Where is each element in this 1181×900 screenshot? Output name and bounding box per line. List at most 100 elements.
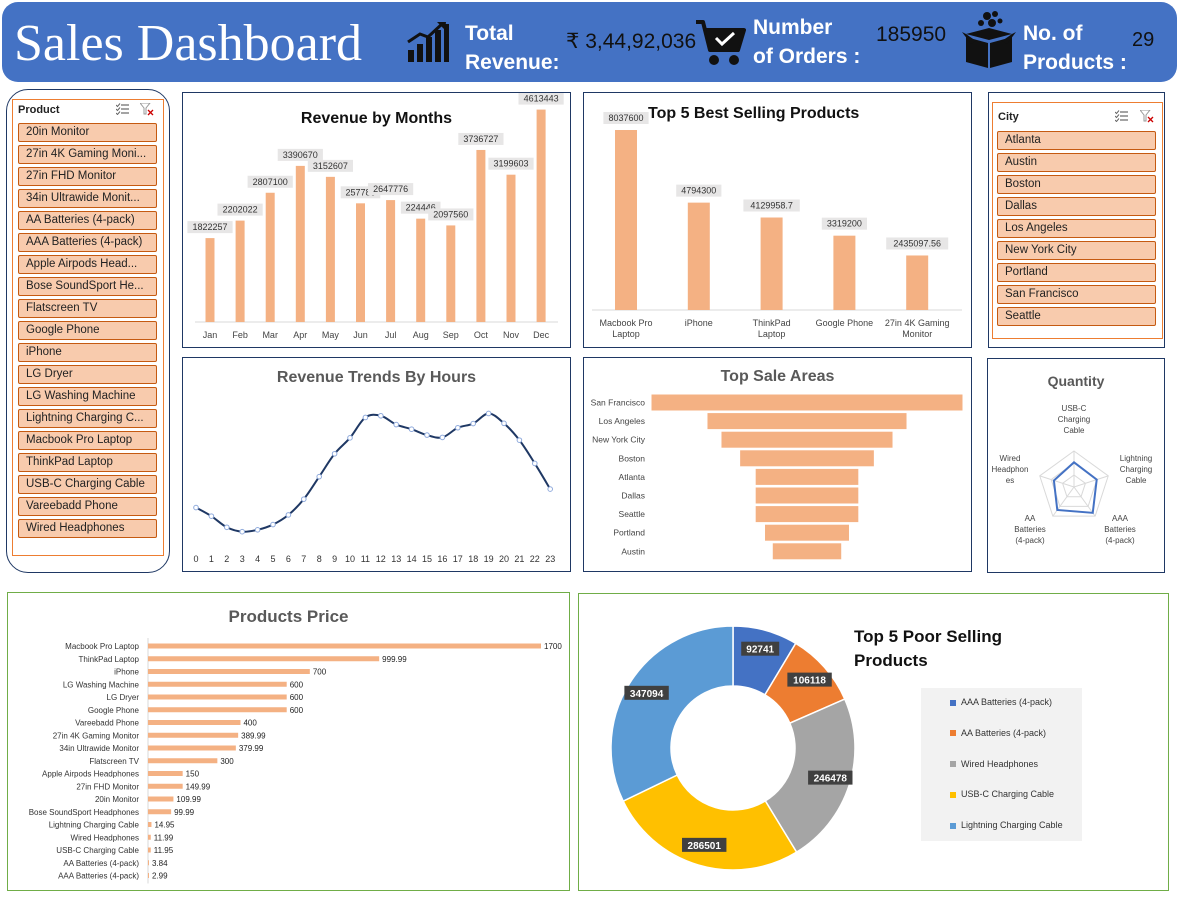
hour-point	[285, 512, 292, 518]
hour-point	[516, 437, 523, 443]
month-bar	[386, 200, 396, 322]
data-label: 246478	[814, 774, 848, 785]
category-label: Boston	[619, 453, 646, 463]
product-slicer-item[interactable]: 34in Ultrawide Monit...	[18, 189, 157, 208]
data-label: 1700	[544, 642, 562, 651]
product-slicer-item[interactable]: Vareebadd Phone	[18, 497, 157, 516]
x-tick-label: Oct	[474, 330, 489, 340]
city-slicer-item[interactable]: Boston	[997, 175, 1156, 194]
radar-category-label: (4-pack)	[1015, 536, 1045, 545]
dashboard-title: Sales Dashboard	[14, 15, 363, 72]
city-slicer-item[interactable]: Los Angeles	[997, 219, 1156, 238]
price-bar	[148, 796, 174, 802]
x-tick-label: 11	[361, 554, 370, 564]
data-label: 3736727	[463, 134, 498, 144]
product-slicer-item[interactable]: Google Phone	[18, 321, 157, 340]
product-slicer-item[interactable]: 27in FHD Monitor	[18, 167, 157, 186]
price-bar	[148, 860, 149, 866]
city-slicer-item[interactable]: Seattle	[997, 307, 1156, 326]
price-bar	[148, 758, 218, 764]
x-tick-label: May	[322, 330, 340, 340]
sale-area-bar	[765, 524, 849, 541]
product-bar	[906, 255, 929, 310]
product-slicer-item[interactable]: Apple Airpods Head...	[18, 255, 157, 274]
city-slicer-item[interactable]: New York City	[997, 241, 1156, 260]
clear-filter-icon[interactable]	[1140, 110, 1154, 123]
product-slicer-item[interactable]: 20in Monitor	[18, 123, 157, 142]
city-slicer-item[interactable]: Austin	[997, 153, 1156, 172]
month-bar	[476, 149, 486, 322]
x-tick-label: Monitor	[902, 329, 932, 339]
price-bar	[148, 847, 151, 853]
category-label: Macbook Pro Laptop	[65, 642, 139, 651]
data-label: 11.95	[154, 846, 174, 855]
product-slicer-item[interactable]: Bose SoundSport He...	[18, 277, 157, 296]
product-slicer-item[interactable]: 27in 4K Gaming Moni...	[18, 145, 157, 164]
month-bar	[235, 220, 245, 322]
data-label: 379.99	[239, 744, 264, 753]
product-slicer-item[interactable]: Macbook Pro Laptop	[18, 431, 157, 450]
donut-slice	[610, 625, 734, 803]
data-label: 999.99	[382, 655, 407, 664]
radar-category-label: Headphon	[992, 465, 1029, 474]
radar-category-label: Charging	[1120, 465, 1152, 474]
category-label: Atlanta	[619, 472, 646, 482]
city-slicer-item[interactable]: Dallas	[997, 197, 1156, 216]
product-slicer-item[interactable]: ThinkPad Laptop	[18, 453, 157, 472]
city-slicer-item[interactable]: Portland	[997, 263, 1156, 282]
price-bar	[148, 783, 183, 789]
data-label: 600	[290, 693, 304, 702]
x-tick-label: 1	[209, 554, 214, 564]
x-tick-label: Jan	[203, 330, 218, 340]
data-label: 2097560	[433, 209, 468, 219]
data-label: 8037600	[608, 113, 643, 123]
kpi-revenue-value: ₹ 3,44,92,036	[566, 30, 697, 53]
clear-filter-icon[interactable]	[140, 103, 154, 116]
price-bar	[148, 656, 380, 662]
category-label: AAA Batteries (4-pack)	[58, 872, 139, 881]
product-bar	[833, 235, 856, 310]
legend-swatch	[950, 699, 956, 706]
revenue-trends-chart: 0 1 2 3 4 5 6 7 8 9 10 11 12 13 14 15 16 17 18 19 20 21 22 23	[193, 410, 555, 564]
data-label: 149.99	[186, 782, 211, 791]
product-slicer-item[interactable]: LG Dryer	[18, 365, 157, 384]
category-label: Wired Headphones	[71, 833, 139, 842]
category-label: Lightning Charging Cable	[49, 821, 140, 830]
city-slicer-item[interactable]: Atlanta	[997, 131, 1156, 150]
x-tick-label: 21	[514, 554, 524, 564]
product-bar	[760, 217, 783, 310]
data-label: 150	[186, 770, 200, 779]
multi-select-icon[interactable]	[1115, 110, 1129, 122]
x-tick-label: 22	[530, 554, 540, 564]
radar-category-label: Wired	[1000, 454, 1021, 463]
sale-area-bar	[651, 394, 963, 411]
kpi-products-value: 29	[1132, 29, 1155, 51]
legend-item: AA Batteries (4-pack)	[950, 728, 1046, 738]
hour-point	[424, 432, 430, 438]
multi-select-icon[interactable]	[116, 103, 130, 115]
product-slicer-item[interactable]: Flatscreen TV	[18, 299, 157, 318]
x-tick-label: 6	[286, 554, 291, 564]
product-slicer-item[interactable]: Lightning Charging C...	[18, 409, 157, 428]
price-bar	[148, 809, 172, 815]
data-label: 14.95	[154, 821, 175, 830]
price-bar	[148, 643, 541, 649]
x-tick-label: 19	[484, 554, 494, 564]
data-label: 389.99	[241, 731, 266, 740]
data-label: 600	[290, 680, 304, 689]
product-slicer-item[interactable]: iPhone	[18, 343, 157, 362]
product-slicer-item[interactable]: LG Washing Machine	[18, 387, 157, 406]
legend-label: Wired Headphones	[961, 758, 1039, 769]
hour-point	[378, 412, 384, 419]
quantity-radar-chart: USB-C Charging Cable Lightning Charging Cable…	[992, 404, 1153, 545]
product-slicer-item[interactable]: AA Batteries (4-pack)	[18, 211, 157, 230]
product-slicer-item[interactable]: AAA Batteries (4-pack)	[18, 233, 157, 252]
radar-category-label: (4-pack)	[1105, 536, 1135, 545]
price-bar	[148, 732, 239, 738]
product-bar	[687, 202, 710, 310]
product-slicer-item[interactable]: USB-C Charging Cable	[18, 475, 157, 494]
category-label: Bose SoundSport Headphones	[29, 808, 139, 817]
city-slicer-item[interactable]: San Francisco	[997, 285, 1156, 304]
product-slicer-item[interactable]: Wired Headphones	[18, 519, 157, 538]
data-label: 3390670	[283, 150, 318, 160]
